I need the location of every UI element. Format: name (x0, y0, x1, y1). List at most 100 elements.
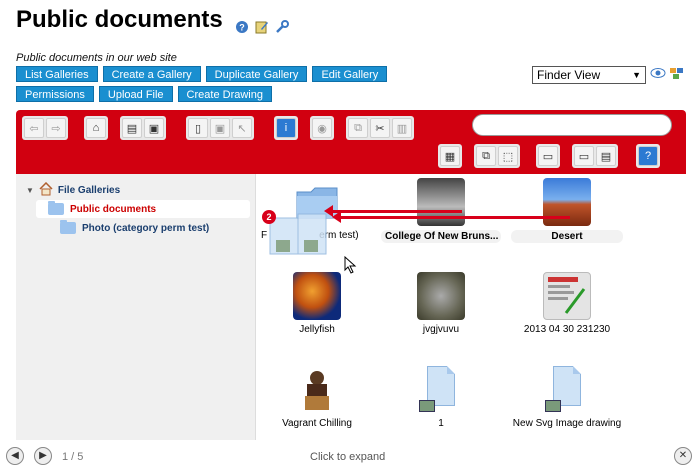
tree-item-photo[interactable]: Photo (category perm test) (60, 220, 210, 234)
wrench-icon[interactable] (275, 13, 289, 33)
copy-icon[interactable]: ⧉ (348, 118, 368, 138)
file-item[interactable]: Vagrant Chilling (257, 366, 377, 429)
search-input[interactable] (472, 114, 672, 136)
home-icon[interactable]: ⌂ (86, 118, 106, 138)
next-button[interactable]: ▶ (34, 447, 52, 465)
file-label: Vagrant Chilling (282, 418, 352, 429)
archive-group: ▦ (438, 144, 462, 168)
tree-item-public-documents[interactable]: Public documents (36, 200, 250, 218)
eye-icon[interactable] (650, 66, 666, 85)
clipboard-group: ⧉ ✂ ▥ (346, 116, 414, 140)
info-icon[interactable]: i (276, 118, 296, 138)
save-icon[interactable]: ▣ (144, 118, 164, 138)
tree-item-label: Photo (category perm test) (82, 222, 210, 234)
drag-count-badge: 2 (262, 210, 276, 224)
chevron-down-icon: ▼ (632, 70, 641, 80)
disk-icon[interactable]: ▣ (210, 118, 230, 138)
action-row-2: Permissions Upload File Create Drawing (16, 86, 272, 102)
file-label: 1 (438, 418, 444, 429)
photo-thumbnail (417, 272, 465, 320)
forward-arrow-icon[interactable]: ⇨ (46, 118, 66, 138)
paste-icon[interactable]: ▥ (392, 118, 412, 138)
nav-group: ⇦ ⇨ (22, 116, 68, 140)
layout-group: ▭ ▤ (572, 144, 618, 168)
new-file-icon[interactable]: ▤ (122, 118, 142, 138)
photo-thumbnail (293, 272, 341, 320)
file-label: jvgjvuvu (422, 324, 460, 335)
expand-link[interactable]: Click to expand (310, 451, 385, 463)
view-mode-value: Finder View (537, 68, 601, 82)
finder-toolbar: ⇦ ⇨ ⌂ ▤ ▣ ▯ ▣ ↖ i ◉ ⧉ ✂ ▥ ▦ ⧉ ⬚ ▭ ▭ ▤ ? (16, 110, 686, 174)
list-view-icon[interactable]: ▤ (596, 146, 616, 166)
duplicate-gallery-button[interactable]: Duplicate Gallery (205, 66, 308, 82)
previous-button[interactable]: ◀ (6, 447, 24, 465)
open-icon[interactable]: ▯ (188, 118, 208, 138)
gallery-page: Public documents ? Public documents in o… (0, 0, 700, 475)
file-label: Desert (511, 230, 623, 243)
select-icon[interactable]: ↖ (232, 118, 252, 138)
file-label: College Of New Bruns... (381, 230, 501, 243)
page-title: Public documents ? (16, 6, 289, 34)
document-icon (545, 366, 589, 414)
edit-gallery-button[interactable]: Edit Gallery (312, 66, 388, 82)
drag-arrow (324, 205, 462, 217)
preview-eye-icon[interactable]: ◉ (312, 118, 332, 138)
duplicate-group: ⧉ ⬚ (474, 144, 520, 168)
create-gallery-button[interactable]: Create a Gallery (102, 66, 201, 82)
upload-file-button[interactable]: Upload File (98, 86, 173, 102)
folder-icon (48, 201, 64, 215)
view-group: ◉ (310, 116, 334, 140)
edit-icon[interactable] (255, 13, 269, 34)
permissions-button[interactable]: Permissions (16, 86, 94, 102)
gallery-settings-icon[interactable] (669, 66, 685, 85)
view-mode-select[interactable]: Finder View ▼ (532, 66, 646, 84)
back-arrow-icon[interactable]: ⇦ (24, 118, 44, 138)
file-item[interactable]: 2013 04 30 231230 (507, 272, 627, 335)
file-label-start: F (261, 230, 268, 241)
tree-root[interactable]: ▼ File Galleries (26, 181, 121, 199)
create-drawing-button[interactable]: Create Drawing (177, 86, 272, 102)
cut-icon[interactable]: ✂ (370, 118, 390, 138)
info-group: i (274, 116, 298, 140)
drag-ghost-documents (268, 212, 338, 256)
edit-group: ▭ (536, 144, 560, 168)
help-icon[interactable]: ? (235, 13, 249, 33)
cursor-icon (344, 255, 358, 279)
list-galleries-button[interactable]: List Galleries (16, 66, 98, 82)
drag-arrow (332, 211, 570, 223)
title-icons: ? (235, 13, 289, 34)
page-title-text: Public documents (16, 6, 223, 33)
archive-icon[interactable]: ▦ (440, 146, 460, 166)
resize-icon[interactable]: ⬚ (498, 146, 518, 166)
home-folder-icon (38, 181, 54, 199)
file-item[interactable]: 1 (381, 366, 501, 429)
close-icon[interactable]: ✕ (674, 447, 692, 465)
action-row-1: List Galleries Create a Gallery Duplicat… (16, 66, 388, 82)
file-label: New Svg Image drawing (512, 418, 622, 429)
gallery-description: Public documents in our web site (16, 52, 177, 64)
folder-tree: ▼ File Galleries Public documents Photo … (16, 174, 256, 440)
view-icons (650, 66, 685, 85)
file-label: Jellyfish (299, 324, 335, 335)
collapse-triangle-icon[interactable]: ▼ (26, 186, 34, 195)
page-counter: 1 / 5 (62, 451, 84, 463)
duplicate-icon[interactable]: ⧉ (476, 146, 496, 166)
icons-view-icon[interactable]: ▭ (574, 146, 594, 166)
file-item[interactable]: New Svg Image drawing (507, 366, 627, 429)
file-item[interactable]: Desert (507, 178, 627, 243)
tree-item-label: Public documents (70, 203, 157, 215)
document-icon (419, 366, 463, 414)
file-item[interactable]: jvgjvuvu (381, 272, 501, 335)
file-item[interactable]: Jellyfish (257, 272, 377, 335)
folder-icon (60, 220, 76, 234)
edit-file-icon[interactable]: ▭ (538, 146, 558, 166)
svg-text:?: ? (239, 23, 245, 33)
home-group: ⌂ (84, 116, 108, 140)
photo-thumbnail (293, 366, 341, 414)
help-toolbar-icon[interactable]: ? (638, 146, 658, 166)
folder-group: ▯ ▣ ↖ (186, 116, 254, 140)
screenshot-thumbnail (543, 272, 591, 320)
help-group: ? (636, 144, 660, 168)
file-group: ▤ ▣ (120, 116, 166, 140)
tree-root-label: File Galleries (57, 185, 121, 196)
